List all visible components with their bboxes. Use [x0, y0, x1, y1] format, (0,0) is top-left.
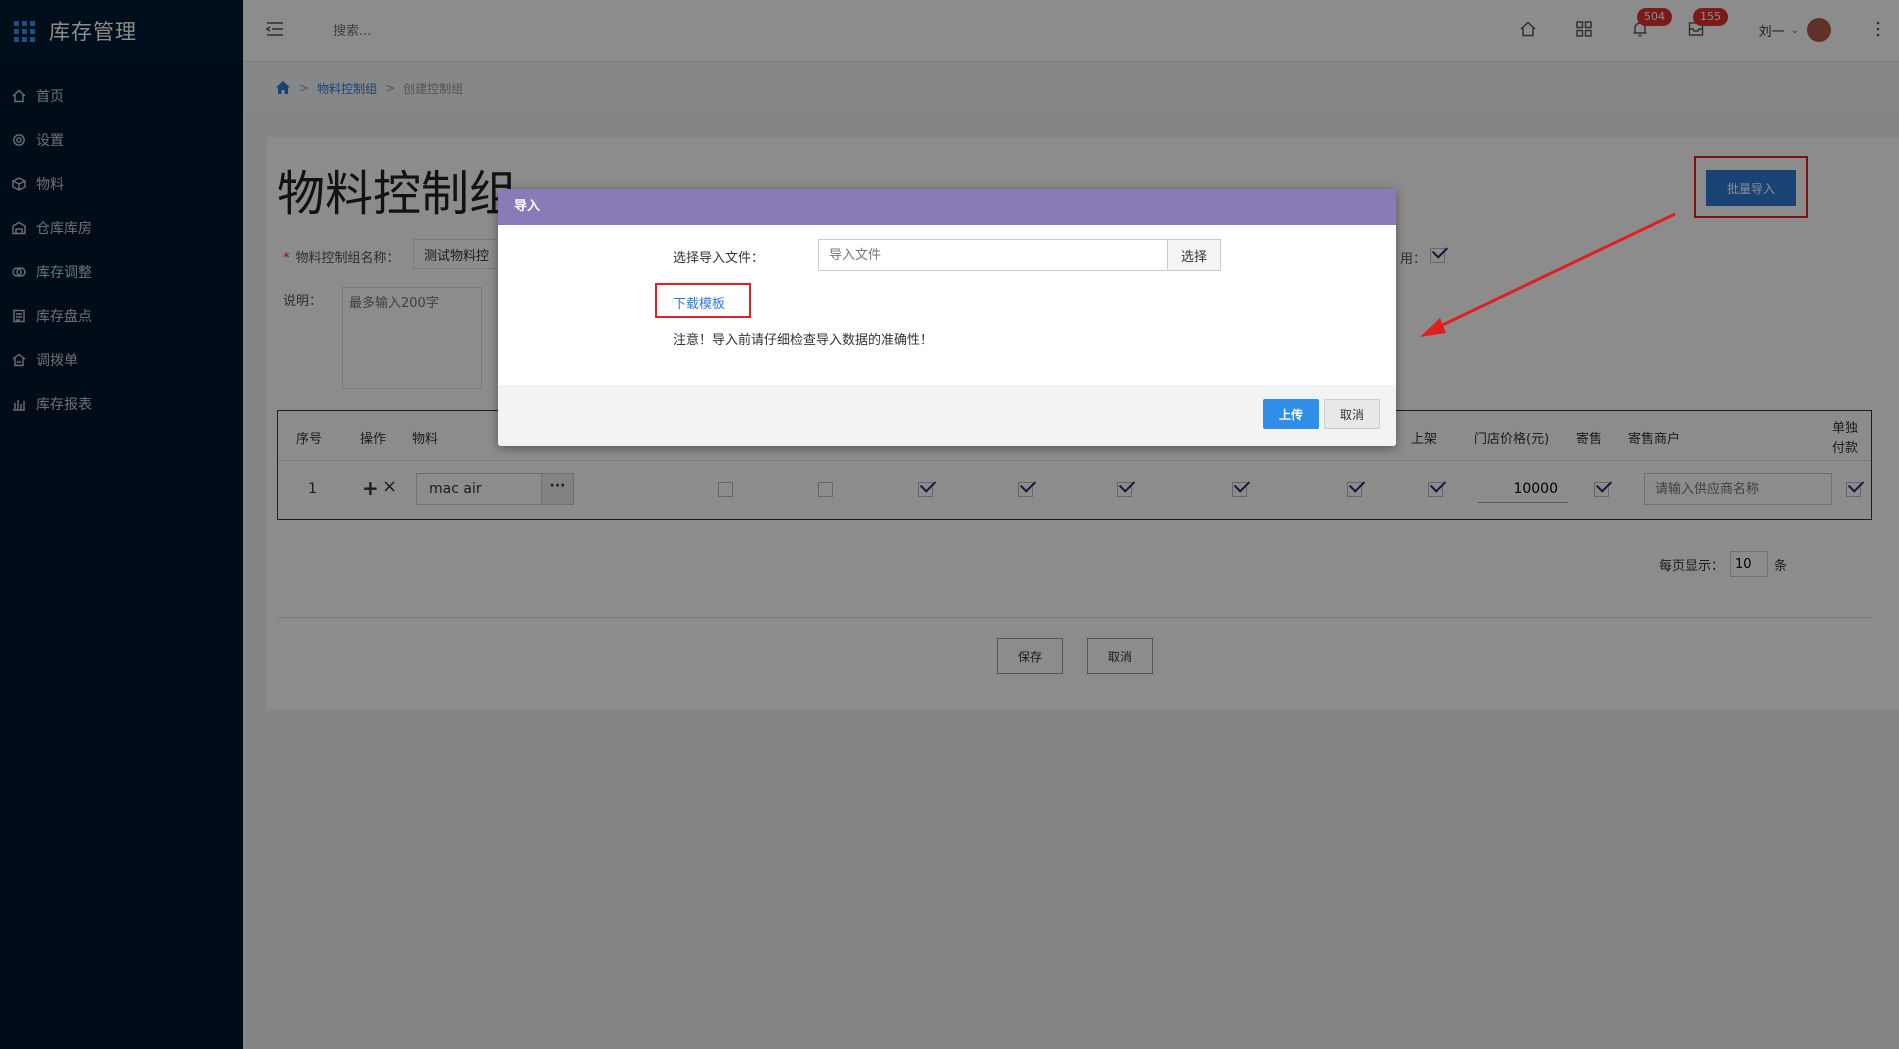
- dialog-cancel-button[interactable]: 取消: [1324, 399, 1380, 429]
- dialog-footer: 上传 取消: [498, 385, 1396, 446]
- download-template-link[interactable]: 下载模板: [673, 293, 725, 312]
- modal-overlay[interactable]: [0, 0, 1899, 1049]
- choose-file-button[interactable]: 选择: [1167, 239, 1221, 271]
- template-highlight: 下载模板: [655, 283, 751, 318]
- import-note: 注意！导入前请仔细检查导入数据的准确性！: [673, 333, 934, 348]
- import-file-input[interactable]: [818, 239, 1168, 271]
- upload-button[interactable]: 上传: [1263, 399, 1319, 429]
- dialog-title: 导入: [498, 189, 1396, 225]
- dialog-body: 选择导入文件： 选择 下载模板 注意！导入前请仔细检查导入数据的准确性！: [498, 225, 1396, 385]
- import-dialog: 导入 选择导入文件： 选择 下载模板 注意！导入前请仔细检查导入数据的准确性！ …: [498, 189, 1396, 446]
- file-label: 选择导入文件：: [673, 251, 765, 266]
